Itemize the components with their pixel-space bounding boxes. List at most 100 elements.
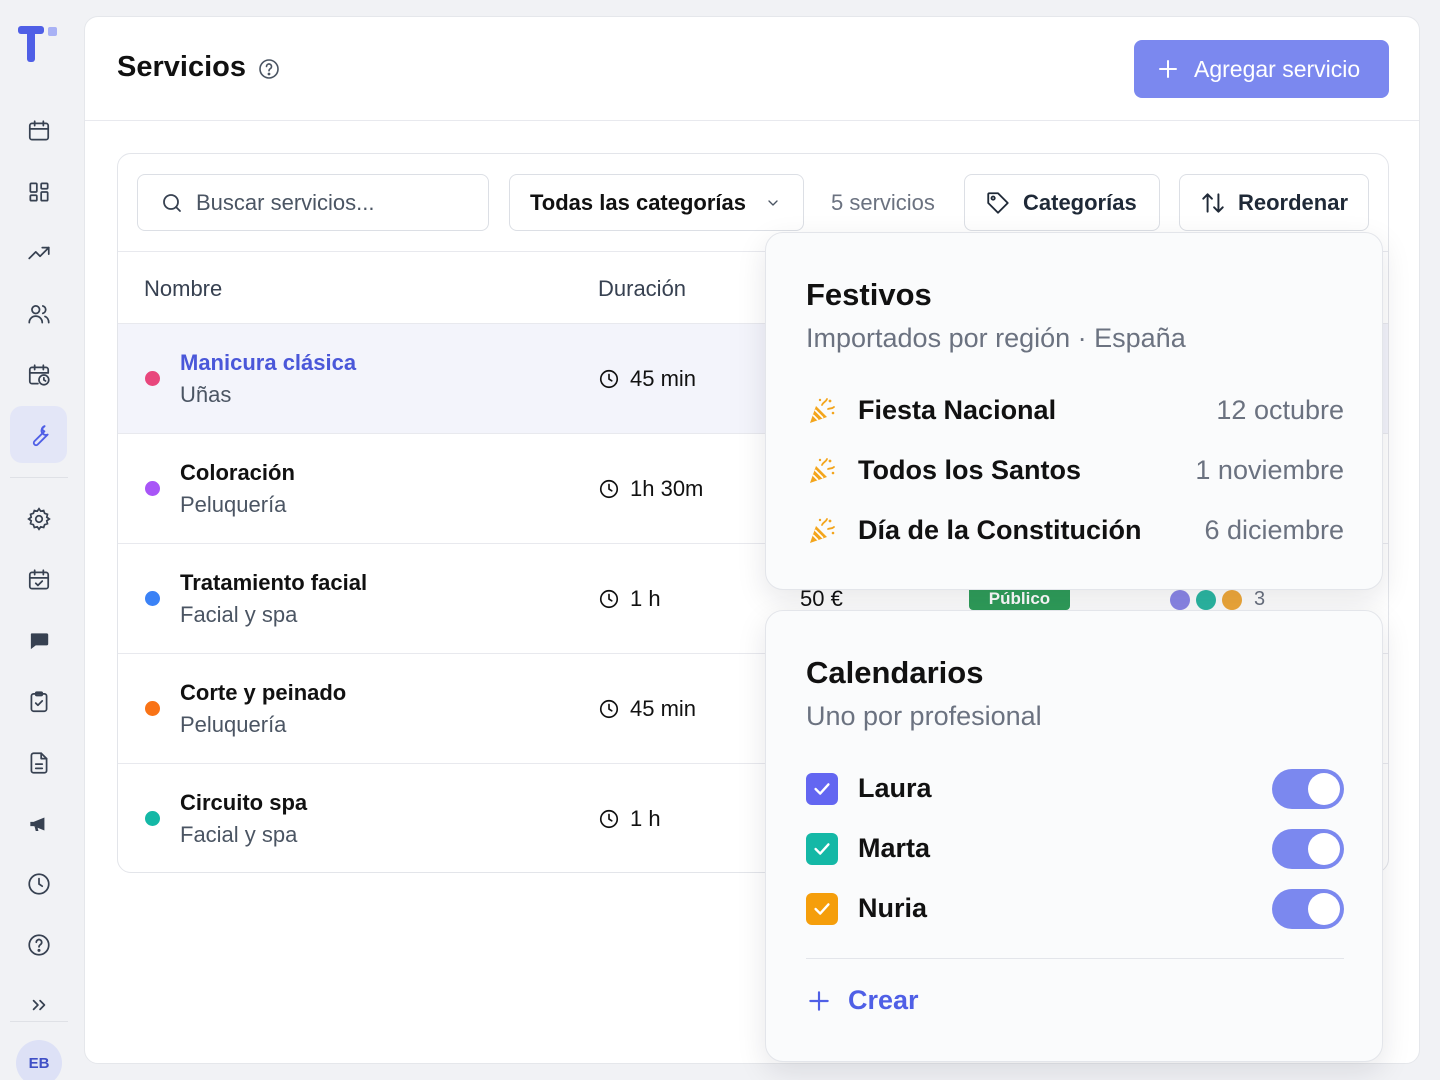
sort-arrows-icon xyxy=(1202,192,1224,213)
clock-icon xyxy=(599,479,619,499)
service-name[interactable]: Coloración xyxy=(180,460,295,486)
app-logo[interactable] xyxy=(18,26,60,64)
service-duration: 1 h xyxy=(598,806,661,832)
calendar-toggle[interactable] xyxy=(1272,829,1344,869)
reorder-button[interactable]: Reordenar xyxy=(1179,174,1369,231)
chat-icon[interactable] xyxy=(10,612,67,669)
column-header-duration[interactable]: Duración xyxy=(598,276,686,302)
holidays-title: Festivos xyxy=(806,277,932,312)
reorder-label: Reordenar xyxy=(1238,189,1349,215)
party-popper-icon xyxy=(810,398,835,423)
service-category: Facial y spa xyxy=(180,602,298,627)
search-placeholder: Buscar servicios... xyxy=(196,189,375,215)
check-icon xyxy=(814,843,830,855)
holidays-popover: Festivos Importados por región · España … xyxy=(765,232,1383,590)
clock-icon xyxy=(599,699,619,719)
categories-label: Categorías xyxy=(1023,189,1137,215)
category-color-dot xyxy=(145,371,160,386)
calendar-item: Nuria xyxy=(806,887,1344,931)
calendar-toggle[interactable] xyxy=(1272,769,1344,809)
holiday-item: Día de la Constitución 6 diciembre xyxy=(806,511,1344,551)
clock-icon xyxy=(599,809,619,829)
calendar-check-icon[interactable] xyxy=(10,551,67,608)
category-select[interactable]: Todas las categorías xyxy=(509,174,804,231)
service-duration: 1 h xyxy=(598,586,661,612)
calendar-clock-icon[interactable] xyxy=(10,346,67,403)
create-calendar-button[interactable]: Crear xyxy=(806,985,919,1016)
search-icon xyxy=(163,193,181,212)
category-color-dot xyxy=(145,701,160,716)
settings-icon[interactable] xyxy=(10,490,67,547)
clipboard-check-icon[interactable] xyxy=(10,673,67,730)
clock-icon[interactable] xyxy=(10,855,67,912)
help-icon[interactable] xyxy=(257,57,281,81)
holiday-item: Todos los Santos 1 noviembre xyxy=(806,451,1344,491)
service-category: Facial y spa xyxy=(180,822,298,847)
user-avatar[interactable]: EB xyxy=(16,1040,62,1080)
column-header-name[interactable]: Nombre xyxy=(144,276,222,302)
calendar-name: Laura xyxy=(858,773,932,803)
trending-up-icon[interactable] xyxy=(10,224,67,281)
duration-value: 1 h xyxy=(630,586,661,611)
category-select-value: Todas las categorías xyxy=(530,189,747,215)
plus-icon xyxy=(809,990,829,1011)
plus-icon xyxy=(1159,60,1177,78)
category-color-dot xyxy=(145,591,160,606)
clock-icon xyxy=(599,369,619,389)
service-name[interactable]: Manicura clásica xyxy=(180,350,356,376)
holiday-date: 1 noviembre xyxy=(1195,455,1344,485)
calendar-name: Nuria xyxy=(858,893,928,923)
staff-count: 3 xyxy=(1254,588,1266,610)
help-circle-icon[interactable] xyxy=(10,916,67,973)
dashboard-icon[interactable] xyxy=(10,163,67,220)
holiday-name: Todos los Santos xyxy=(858,455,1082,485)
calendars-divider xyxy=(806,958,1344,959)
calendar-item: Marta xyxy=(806,827,1344,871)
party-popper-icon xyxy=(810,518,835,543)
create-label: Crear xyxy=(848,985,919,1015)
staff-avatars: 3 xyxy=(1170,588,1271,611)
service-category: Uñas xyxy=(180,382,232,407)
add-service-button[interactable]: Agregar servicio xyxy=(1134,40,1389,98)
clock-icon xyxy=(599,589,619,609)
page-title: Servicios xyxy=(117,51,246,83)
calendar-item: Laura xyxy=(806,767,1344,811)
holiday-date: 6 diciembre xyxy=(1204,515,1344,545)
calendar-toggle[interactable] xyxy=(1272,889,1344,929)
calendars-title: Calendarios xyxy=(806,655,984,690)
staff-avatar xyxy=(1222,589,1242,610)
party-popper-icon xyxy=(810,458,835,483)
check-icon xyxy=(814,783,830,795)
categories-button[interactable]: Categorías xyxy=(964,174,1160,231)
holiday-item: Fiesta Nacional 12 octubre xyxy=(806,391,1344,431)
service-category: Peluquería xyxy=(180,492,287,517)
service-duration: 45 min xyxy=(598,366,696,392)
chevron-down-icon xyxy=(768,200,778,206)
expand-sidebar-icon[interactable] xyxy=(10,976,67,1033)
service-name[interactable]: Circuito spa xyxy=(180,790,307,816)
calendars-popover: Calendarios Uno por profesional Laura Mar… xyxy=(765,610,1383,1062)
service-name[interactable]: Corte y peinado xyxy=(180,680,346,706)
sidebar-divider xyxy=(10,1021,68,1022)
calendar-checkbox[interactable] xyxy=(806,773,838,805)
duration-value: 1 h xyxy=(630,806,661,831)
service-name[interactable]: Tratamiento facial xyxy=(180,570,367,596)
tag-icon xyxy=(987,191,1009,214)
holiday-date: 12 octubre xyxy=(1216,395,1344,425)
duration-value: 1h 30m xyxy=(630,476,704,501)
calendar-checkbox[interactable] xyxy=(806,833,838,865)
document-icon[interactable] xyxy=(10,734,67,791)
wrench-icon[interactable] xyxy=(10,406,67,463)
category-color-dot xyxy=(145,811,160,826)
users-icon[interactable] xyxy=(10,285,67,342)
calendar-icon[interactable] xyxy=(10,102,67,159)
holidays-subtitle: Importados por región · España xyxy=(806,323,1186,353)
service-duration: 45 min xyxy=(598,696,696,722)
megaphone-icon[interactable] xyxy=(10,795,67,852)
check-icon xyxy=(814,903,830,915)
calendar-name: Marta xyxy=(858,833,931,863)
calendar-checkbox[interactable] xyxy=(806,893,838,925)
toggle-knob xyxy=(1308,773,1340,805)
sidebar-divider xyxy=(10,477,68,478)
search-input[interactable]: Buscar servicios... xyxy=(137,174,489,231)
